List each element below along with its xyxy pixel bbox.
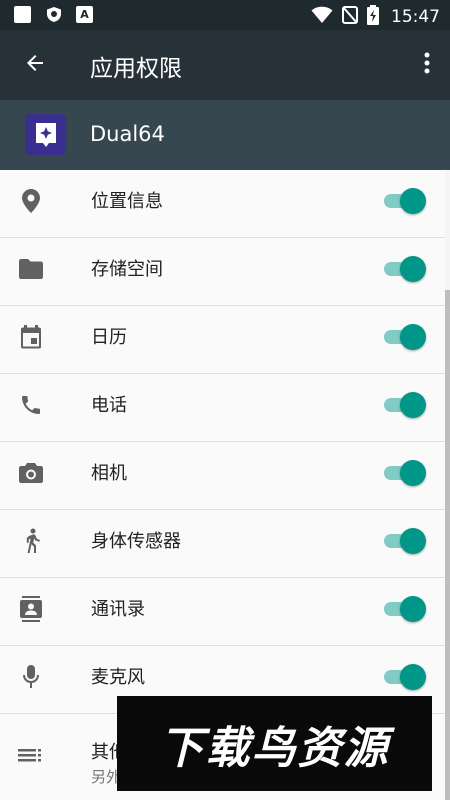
permission-toggle[interactable] (384, 458, 428, 488)
a-icon: A (76, 6, 93, 23)
folder-icon (18, 256, 44, 282)
permission-row-location[interactable]: 位置信息 (0, 170, 446, 238)
microphone-icon (18, 664, 44, 690)
battery-charging-icon (367, 5, 379, 29)
page-title: 应用权限 (90, 56, 182, 82)
no-sim-icon (341, 6, 359, 28)
list-icon (18, 744, 44, 770)
app-name: Dual64 (90, 122, 165, 146)
status-time: 15:47 (391, 7, 440, 27)
permission-toggle[interactable] (384, 390, 428, 420)
watermark: 下载鸟资源 (117, 696, 432, 791)
contacts-icon (18, 596, 44, 622)
back-button[interactable] (18, 48, 52, 82)
permission-toggle[interactable] (384, 322, 428, 352)
calendar-icon (18, 324, 44, 350)
app-header: Dual64 (0, 100, 450, 170)
more-vertical-icon (424, 52, 430, 78)
scrollbar[interactable] (445, 170, 450, 800)
permission-row-phone[interactable]: 电话 (0, 374, 446, 442)
arrow-left-icon (23, 51, 47, 79)
permission-label: 日历 (91, 327, 127, 348)
camera-icon (18, 460, 44, 486)
permission-toggle[interactable] (384, 662, 428, 692)
permission-label: 存储空间 (91, 259, 163, 280)
permission-row-body-sensors[interactable]: 身体传感器 (0, 510, 446, 578)
more-options-button[interactable] (418, 50, 436, 80)
permission-toggle[interactable] (384, 186, 428, 216)
walking-icon (18, 528, 44, 554)
permission-row-calendar[interactable]: 日历 (0, 306, 446, 374)
permission-toggle[interactable] (384, 594, 428, 624)
permission-row-storage[interactable]: 存储空间 (0, 238, 446, 306)
permission-row-camera[interactable]: 相机 (0, 442, 446, 510)
square-notification-icon (14, 6, 31, 23)
permission-toggle[interactable] (384, 254, 428, 284)
permission-label: 电话 (91, 395, 127, 416)
permission-label: 位置信息 (91, 191, 163, 212)
dual64-app-icon (25, 114, 66, 155)
watermark-text: 下载鸟资源 (159, 722, 390, 774)
permission-label: 身体传感器 (91, 531, 181, 552)
permission-label: 麦克风 (91, 667, 145, 688)
app-bar: 应用权限 (0, 30, 450, 100)
status-bar: A 15:47 (0, 0, 450, 30)
permission-label: 通讯录 (91, 599, 145, 620)
shield-icon (45, 6, 62, 23)
scroll-thumb[interactable] (445, 290, 450, 800)
permission-label: 相机 (91, 463, 127, 484)
permission-row-contacts[interactable]: 通讯录 (0, 578, 446, 646)
wifi-icon (311, 6, 333, 28)
phone-icon (18, 392, 44, 418)
location-icon (18, 188, 44, 214)
permission-toggle[interactable] (384, 526, 428, 556)
